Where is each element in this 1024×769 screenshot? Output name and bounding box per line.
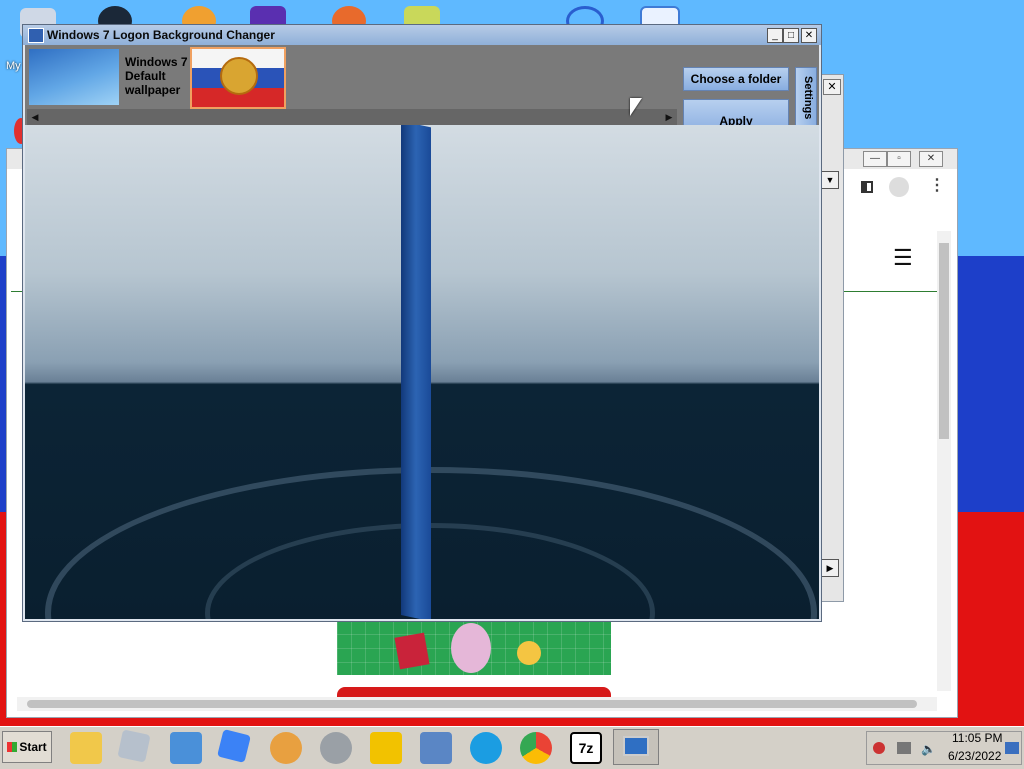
desktop-show-icon[interactable]	[1005, 742, 1019, 754]
roblox-icon[interactable]	[217, 729, 251, 763]
secondary-dropdown-arrow[interactable]: ▼	[821, 171, 839, 189]
network-icon[interactable]	[897, 742, 911, 754]
browser-close-button[interactable]: ✕	[919, 151, 943, 167]
thumbnail-scrollbar[interactable]: ◀ ▶	[27, 109, 677, 125]
profile-avatar[interactable]	[889, 177, 909, 197]
ad-banner-image[interactable]	[337, 621, 611, 675]
settings-label: Settings	[802, 76, 814, 120]
secondary-scroll-arrow[interactable]: ▶	[821, 559, 839, 577]
edge-icon[interactable]	[470, 732, 502, 764]
logon-changer-window[interactable]: Windows 7 Logon Background Changer _ □ ✕…	[22, 24, 822, 622]
taskbar-app-7-icon[interactable]	[370, 732, 402, 764]
security-warning-icon[interactable]	[873, 742, 885, 754]
coat-of-arms-icon	[220, 57, 258, 95]
start-button[interactable]: Start	[2, 731, 52, 763]
app-titlebar[interactable]: Windows 7 Logon Background Changer _ □ ✕	[23, 25, 821, 45]
ad-figure	[451, 623, 491, 673]
clock-time[interactable]: 11:05 PM	[952, 731, 1002, 745]
thumbnail-label: Windows 7 Default wallpaper	[125, 55, 188, 97]
desktop-label-my: My	[6, 60, 21, 72]
taskbar-app-2-icon[interactable]	[117, 729, 151, 763]
taskbar-app-6-icon[interactable]	[320, 732, 352, 764]
network-app-icon[interactable]	[420, 732, 452, 764]
thumbnail-strip: Windows 7 Default wallpaper ◀ ▶ Choose a…	[25, 45, 819, 143]
scroll-right-arrow-icon[interactable]: ▶	[663, 111, 675, 123]
volume-icon[interactable]: 🔈	[921, 742, 936, 756]
browser-vertical-scrollbar[interactable]	[937, 231, 951, 691]
browser-minimize-button[interactable]: —	[863, 151, 887, 167]
start-label: Start	[19, 740, 47, 754]
thumbnail-default-wallpaper[interactable]	[29, 49, 119, 105]
ad-card-2	[517, 641, 541, 665]
browser-horizontal-scrollbar[interactable]	[17, 697, 937, 711]
thumbnail-flag-wallpaper[interactable]	[190, 47, 286, 109]
taskbar: Start 7z 🔈 11:05 PM 6/23/2022	[0, 726, 1024, 769]
browser-maximize-button[interactable]: ▫	[887, 151, 911, 167]
scroll-left-arrow-icon[interactable]: ◀	[29, 111, 41, 123]
sidebar-toggle-icon[interactable]	[861, 181, 873, 193]
app-icon	[28, 28, 44, 43]
windows-logo-icon	[7, 742, 18, 752]
chrome-icon[interactable]	[520, 732, 552, 764]
maximize-button[interactable]: □	[783, 28, 799, 43]
horizontal-scroll-thumb[interactable]	[27, 700, 917, 708]
seven-zip-icon[interactable]: 7z	[570, 732, 602, 764]
logon-changer-taskbar-button[interactable]	[613, 729, 659, 765]
choose-folder-button[interactable]: Choose a folder	[683, 67, 789, 91]
preview-panel	[401, 125, 431, 619]
taskbar-app-5-icon[interactable]	[270, 732, 302, 764]
mouse-cursor-icon	[630, 98, 642, 116]
clock-date[interactable]: 6/23/2022	[948, 749, 1001, 763]
window-title: Windows 7 Logon Background Changer	[47, 28, 275, 42]
monitor-icon	[623, 736, 649, 756]
minimize-button[interactable]: _	[767, 28, 783, 43]
logon-preview-image	[25, 125, 819, 619]
ad-card-1	[394, 632, 430, 670]
hamburger-menu-icon[interactable]: ☰	[893, 245, 913, 271]
visual-studio-icon[interactable]	[170, 732, 202, 764]
file-explorer-icon[interactable]	[70, 732, 102, 764]
vertical-scroll-thumb[interactable]	[939, 243, 949, 439]
close-button[interactable]: ✕	[801, 28, 817, 43]
secondary-close-button[interactable]: ✕	[823, 79, 841, 95]
seven-zip-label: 7z	[578, 740, 594, 756]
more-menu-icon[interactable]: ⋮	[929, 175, 945, 195]
